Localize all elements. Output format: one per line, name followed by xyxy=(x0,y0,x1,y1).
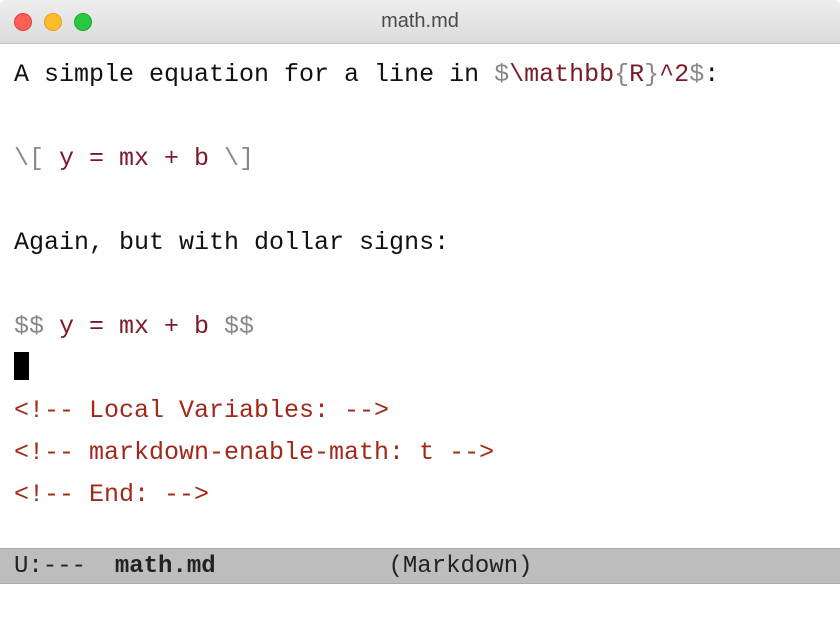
brace: { xyxy=(614,60,629,89)
buffer-line xyxy=(14,180,826,222)
brace: } xyxy=(644,60,659,89)
minibuffer[interactable] xyxy=(0,584,840,628)
modeline-gap xyxy=(216,553,389,580)
buffer-line: <!-- Local Variables: --> xyxy=(14,390,826,432)
text-cursor xyxy=(14,352,29,380)
math-body: \mathbb xyxy=(509,60,614,89)
editor-buffer[interactable]: A simple equation for a line in $\mathbb… xyxy=(0,44,840,516)
close-icon[interactable] xyxy=(14,13,32,31)
text: Again, but with dollar signs: xyxy=(14,228,449,257)
minimize-icon[interactable] xyxy=(44,13,62,31)
modeline-buffer-name: math.md xyxy=(115,553,216,580)
buffer-line: \[ y = mx + b \] xyxy=(14,138,826,180)
titlebar: math.md xyxy=(0,0,840,44)
mode-line: U:--- math.md (Markdown) xyxy=(0,548,840,584)
math-delim: $$ xyxy=(14,312,44,341)
buffer-line xyxy=(14,264,826,306)
modeline-status: U:--- xyxy=(14,553,115,580)
buffer-line: <!-- markdown-enable-math: t --> xyxy=(14,432,826,474)
math-body: ^2 xyxy=(659,60,689,89)
math-delim: \[ xyxy=(14,144,44,173)
comment: <!-- End: --> xyxy=(14,480,209,509)
text: A simple equation for a line in xyxy=(14,60,494,89)
buffer-line xyxy=(14,96,826,138)
buffer-line: <!-- End: --> xyxy=(14,474,826,516)
text: : xyxy=(704,60,719,89)
buffer-line: A simple equation for a line in $\mathbb… xyxy=(14,54,826,96)
window-controls xyxy=(14,13,92,31)
window-title: math.md xyxy=(0,10,840,33)
math-delim: \] xyxy=(224,144,254,173)
math-body: y = mx + b xyxy=(44,144,224,173)
buffer-line: Again, but with dollar signs: xyxy=(14,222,826,264)
comment: <!-- Local Variables: --> xyxy=(14,396,389,425)
buffer-line: $$ y = mx + b $$ xyxy=(14,306,826,348)
zoom-icon[interactable] xyxy=(74,13,92,31)
math-delim: $ xyxy=(689,60,704,89)
math-body: R xyxy=(629,60,644,89)
math-delim: $ xyxy=(494,60,509,89)
comment: <!-- markdown-enable-math: t --> xyxy=(14,438,494,467)
math-delim: $$ xyxy=(224,312,254,341)
modeline-major-mode: (Markdown) xyxy=(388,553,532,580)
buffer-line xyxy=(14,348,826,390)
math-body: y = mx + b xyxy=(44,312,224,341)
